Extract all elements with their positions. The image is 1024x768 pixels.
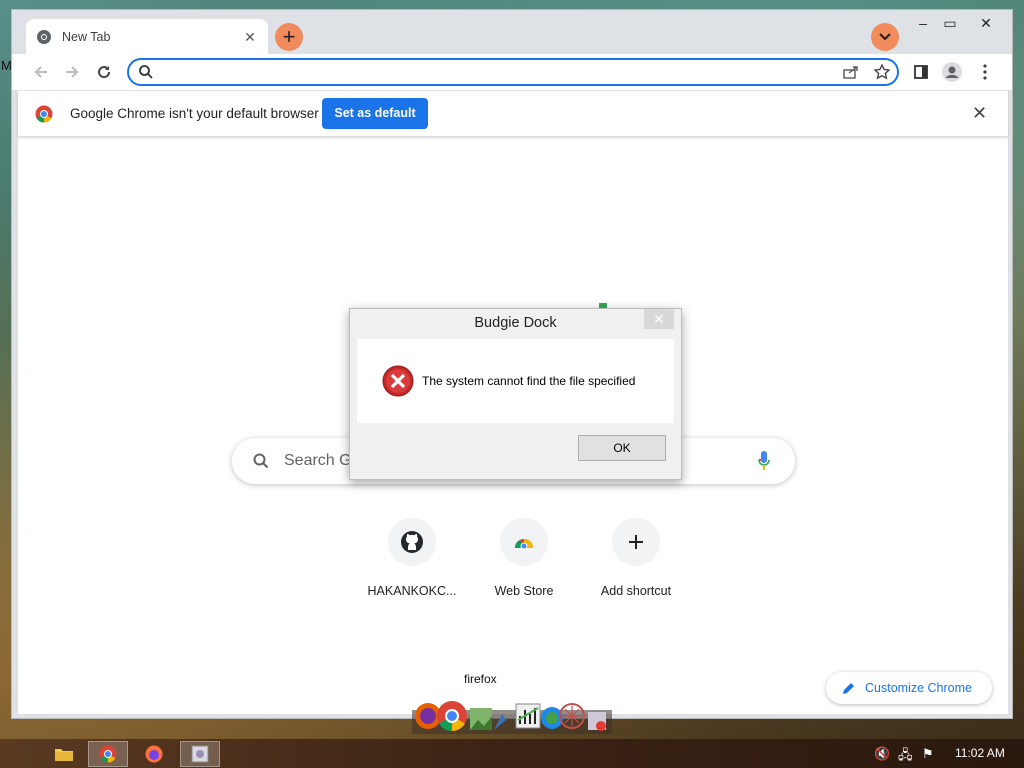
chevron-down-icon — [879, 33, 891, 41]
error-dialog: Budgie Dock ✕ The system cannot find the… — [349, 308, 682, 480]
maximize-button[interactable]: ▭ — [934, 12, 966, 36]
arrow-left-icon — [34, 66, 47, 78]
microphone-icon[interactable] — [758, 451, 770, 471]
shortcut-tile — [612, 518, 660, 566]
dialog-title: Budgie Dock — [474, 315, 557, 331]
arrow-right-icon — [66, 66, 79, 78]
dock-misc-icon[interactable] — [588, 712, 606, 731]
infobar-close-icon[interactable]: ✕ — [972, 103, 987, 124]
taskbar-app[interactable] — [180, 741, 220, 767]
chrome-logo-icon — [35, 105, 53, 123]
taskbar: 🔇 🖧 ⚑ 11:02 AM — [0, 739, 1024, 768]
avatar-icon — [942, 62, 962, 82]
add-shortcut-button[interactable]: Add shortcut — [580, 518, 692, 598]
default-browser-infobar: Google Chrome isn't your default browser… — [18, 90, 1008, 136]
webstore-icon — [515, 539, 533, 550]
forward-button[interactable] — [59, 59, 85, 85]
tab-title: New Tab — [62, 29, 111, 44]
infobar-message: Google Chrome isn't your default browser — [70, 106, 319, 121]
firefox-icon — [145, 745, 163, 763]
plus-icon — [629, 535, 643, 549]
dock-network-icon[interactable] — [559, 703, 585, 729]
shortcut-label: Add shortcut — [600, 584, 672, 598]
address-input[interactable] — [159, 63, 819, 81]
side-panel-icon — [914, 65, 928, 79]
new-tab-button[interactable]: + — [275, 23, 303, 51]
ok-button[interactable]: OK — [578, 435, 666, 461]
dock-icons — [412, 701, 612, 734]
search-icon — [139, 65, 153, 79]
taskbar-chrome[interactable] — [88, 741, 128, 767]
dock-image-viewer-icon[interactable] — [470, 708, 492, 730]
customize-chrome-label: Customize Chrome — [865, 681, 972, 695]
shortcut-tile — [388, 518, 436, 566]
dialog-close-button[interactable]: ✕ — [644, 309, 674, 329]
search-icon — [253, 453, 269, 469]
error-icon — [382, 365, 414, 397]
taskbar-file-explorer[interactable] — [44, 741, 84, 767]
pencil-icon — [843, 683, 854, 694]
app-icon — [191, 745, 209, 763]
chrome-favicon-icon — [37, 29, 51, 44]
tab-new-tab[interactable]: New Tab ✕ — [26, 19, 268, 54]
dialog-message: The system cannot find the file specifie… — [422, 374, 636, 388]
more-vert-icon — [983, 64, 987, 80]
chrome-icon — [99, 745, 117, 763]
profile-button[interactable] — [939, 59, 965, 85]
customize-chrome-button[interactable]: Customize Chrome — [826, 672, 992, 704]
tab-close-icon[interactable]: ✕ — [242, 29, 258, 45]
reload-button[interactable] — [91, 59, 117, 85]
dialog-body: The system cannot find the file specifie… — [357, 339, 674, 423]
shortcut-github[interactable]: HAKANKOKC... — [356, 518, 468, 598]
dock-monitor-icon[interactable] — [515, 703, 541, 729]
address-bar[interactable] — [127, 58, 899, 86]
tab-strip: New Tab ✕ + – ▭ ✕ — [12, 10, 1012, 54]
folder-icon — [55, 749, 73, 761]
toolbar — [12, 54, 1012, 90]
side-panel-button[interactable] — [908, 59, 934, 85]
notification-error-icon[interactable]: ⚑ — [922, 746, 934, 762]
taskbar-clock[interactable]: 11:02 AM — [955, 746, 1005, 760]
taskbar-firefox[interactable] — [134, 741, 174, 767]
shortcut-web-store[interactable]: Web Store — [468, 518, 580, 598]
star-icon[interactable] — [874, 64, 890, 80]
budgie-dock — [412, 694, 612, 734]
shortcut-label: Web Store — [494, 584, 554, 598]
github-icon — [401, 531, 423, 553]
dock-chrome-icon[interactable] — [437, 701, 467, 731]
volume-muted-icon[interactable]: 🔇 — [874, 746, 890, 762]
menu-button[interactable] — [972, 59, 998, 85]
reload-icon — [98, 66, 111, 79]
shortcut-label: HAKANKOKC... — [367, 584, 457, 598]
back-button[interactable] — [28, 59, 54, 85]
network-icon[interactable]: 🖧 — [898, 746, 913, 768]
shortcut-tile — [500, 518, 548, 566]
set-as-default-button[interactable]: Set as default — [322, 98, 428, 129]
dock-tooltip: firefox — [464, 672, 497, 686]
window-close-button[interactable]: ✕ — [970, 12, 1002, 36]
tab-search-button[interactable] — [871, 23, 899, 51]
share-icon[interactable] — [843, 65, 859, 79]
